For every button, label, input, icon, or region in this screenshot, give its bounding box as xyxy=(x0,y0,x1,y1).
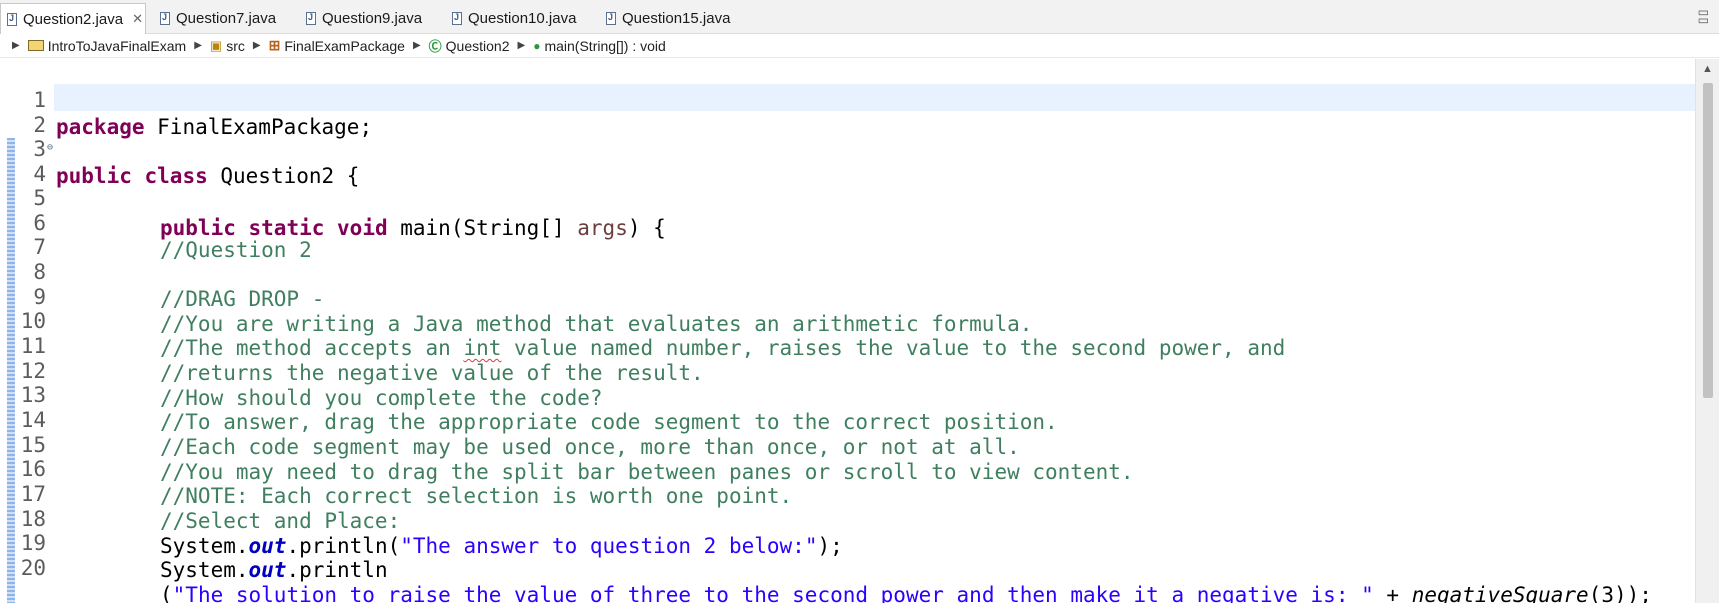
java-file-icon: J xyxy=(7,12,17,26)
code-line[interactable]: 16 //NOTE: Each correct selection is wor… xyxy=(0,429,1695,508)
chevron-right-icon[interactable]: ▶ xyxy=(12,40,20,51)
code-line[interactable]: 15 //You may need to drag the split bar … xyxy=(0,405,1695,484)
breadcrumb-package-label: FinalExamPackage xyxy=(284,37,405,54)
string-literal: "The solution to raise the value of thre… xyxy=(172,583,1374,603)
code-text: ( xyxy=(160,583,173,603)
method-icon: ● xyxy=(533,38,541,53)
tab-label: Question10.java xyxy=(468,10,577,27)
breadcrumb-project-label: IntroToJavaFinalExam xyxy=(47,37,187,54)
code-line[interactable]: 18 System.out.println("The answer to que… xyxy=(0,479,1695,558)
code-line[interactable]: 12 //How should you complete the code? xyxy=(0,331,1695,410)
scroll-up-arrow-icon[interactable]: ▲ xyxy=(1702,63,1713,75)
breadcrumb: ▶ IntroToJavaFinalExam ▶ ▣ src ▶ ⊞ Final… xyxy=(0,34,1719,58)
code-line[interactable]: 17 //Select and Place: xyxy=(0,454,1695,533)
tab-question9[interactable]: J Question9.java xyxy=(300,3,440,34)
java-file-icon: J xyxy=(306,12,316,25)
java-file-icon: J xyxy=(160,12,170,25)
code-line[interactable]: 3 public class Question2 { xyxy=(0,109,1695,188)
code-text: .println xyxy=(286,558,388,582)
code-line[interactable]: 11 //returns the negative value of the r… xyxy=(0,306,1695,385)
java-file-icon: J xyxy=(452,12,462,25)
fold-collapse-icon[interactable]: ⊖ xyxy=(47,134,53,161)
code-line[interactable]: 10 //The method accepts an int value nam… xyxy=(0,281,1695,360)
maximize-button[interactable]: ▭ xyxy=(1698,14,1709,26)
code-line[interactable]: 19 System.out.println xyxy=(0,503,1695,582)
tab-label: Question9.java xyxy=(322,10,423,27)
breadcrumb-src[interactable]: ▣ src xyxy=(210,38,245,54)
code-line[interactable]: 8 //DRAG DROP - xyxy=(0,232,1695,311)
line-number: 20 xyxy=(20,556,46,580)
java-file-icon: J xyxy=(606,12,616,25)
source-folder-icon: ▣ xyxy=(209,37,223,53)
code-line[interactable]: 4 ⊖ public static void main(String[] arg… xyxy=(0,134,1695,240)
breadcrumb-class[interactable]: Ⓒ Question2 xyxy=(429,36,510,55)
vertical-scrollbar[interactable]: ▲ xyxy=(1695,59,1719,603)
code-text: + xyxy=(1373,583,1412,603)
chevron-right-icon[interactable]: ▶ xyxy=(253,40,261,51)
code-editor[interactable]: 1 package FinalExamPackage; 2 3 public c… xyxy=(0,59,1695,603)
code-line[interactable]: 14 //Each code segment may be used once,… xyxy=(0,380,1695,459)
scrollbar-thumb[interactable] xyxy=(1703,83,1713,398)
chevron-right-icon[interactable]: ▶ xyxy=(518,40,526,51)
tab-question2[interactable]: J Question2.java ✕ xyxy=(0,3,146,34)
code-line[interactable]: 9 //You are writing a Java method that e… xyxy=(0,257,1695,336)
code-text: System. xyxy=(160,558,249,582)
code-line[interactable]: 7 xyxy=(0,207,1695,259)
window-controls: ▭ ▭ xyxy=(1698,6,1709,26)
breadcrumb-package[interactable]: ⊞ FinalExamPackage xyxy=(269,37,405,54)
tab-label: Question7.java xyxy=(176,10,277,27)
package-icon: ⊞ xyxy=(268,37,281,53)
code-line[interactable]: 13 //To answer, drag the appropriate cod… xyxy=(0,355,1695,434)
close-icon[interactable]: ✕ xyxy=(132,11,143,27)
tab-question10[interactable]: J Question10.java xyxy=(446,3,596,34)
editor-tab-bar: J Question2.java ✕ J Question7.java J Qu… xyxy=(0,0,1719,34)
breadcrumb-class-label: Question2 xyxy=(445,37,510,54)
tab-label: Question15.java xyxy=(622,10,731,27)
method-call: negativeSquare xyxy=(1411,583,1589,603)
static-field: out xyxy=(248,558,287,582)
code-line[interactable]: 5 xyxy=(0,158,1695,210)
code-line[interactable]: 1 package FinalExamPackage; xyxy=(0,60,1695,139)
tab-label: Question2.java xyxy=(23,10,124,28)
chevron-right-icon[interactable]: ▶ xyxy=(413,40,421,51)
code-line[interactable]: 20 ("The solution to raise the value of … xyxy=(0,528,1695,603)
code-text: (3)); xyxy=(1588,583,1652,603)
chevron-right-icon[interactable]: ▶ xyxy=(194,40,202,51)
tab-question7[interactable]: J Question7.java xyxy=(154,3,294,34)
class-icon: Ⓒ xyxy=(428,39,442,54)
tab-question15[interactable]: J Question15.java xyxy=(600,3,750,34)
breadcrumb-method-label: main(String[]) : void xyxy=(544,37,666,54)
code-line[interactable]: 6 //Question 2 xyxy=(0,183,1695,262)
code-line[interactable]: 2 xyxy=(0,85,1695,137)
project-folder-icon xyxy=(27,40,44,51)
breadcrumb-src-label: src xyxy=(226,37,245,54)
breadcrumb-method[interactable]: ● main(String[]) : void xyxy=(533,38,666,54)
breadcrumb-project[interactable]: IntroToJavaFinalExam xyxy=(27,37,187,54)
